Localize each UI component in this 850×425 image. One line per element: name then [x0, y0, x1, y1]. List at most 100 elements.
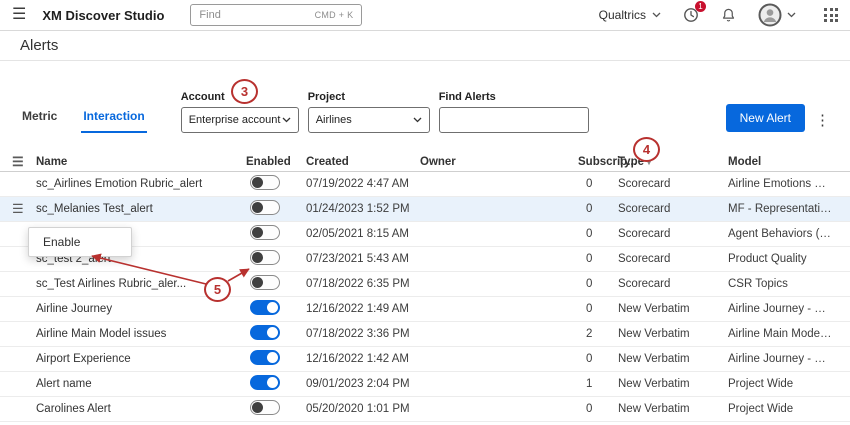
chevron-down-icon [652, 12, 661, 18]
notifications-button[interactable] [721, 7, 736, 23]
find-alerts-input[interactable] [439, 107, 589, 133]
table-row[interactable]: ☰ Airline Journey 12/16/2022 1:49 AM 0 N… [0, 297, 850, 322]
cell-created: 07/19/2022 4:47 AM [306, 178, 420, 190]
col-header-owner[interactable]: Owner [420, 156, 578, 168]
project-field: Project Airlines [308, 91, 430, 133]
toggle-knob [267, 302, 278, 313]
cell-enabled [246, 400, 306, 418]
search-shortcut-hint: CMD + K [315, 10, 354, 20]
cell-created: 01/24/2023 1:52 PM [306, 203, 420, 215]
enabled-toggle[interactable] [250, 300, 280, 315]
toggle-knob [252, 402, 263, 413]
cell-type: New Verbatim [618, 303, 728, 315]
cell-subscribers: 0 [578, 203, 618, 215]
cell-subscribers: 0 [578, 353, 618, 365]
cell-name: Airport Experience [36, 353, 246, 365]
alerts-page: ☰ XM Discover Studio Find CMD + K Qualtr… [0, 0, 850, 425]
enabled-toggle[interactable] [250, 350, 280, 365]
cell-subscribers: 0 [578, 253, 618, 265]
cell-type: Scorecard [618, 178, 728, 190]
new-alert-button[interactable]: New Alert [726, 104, 805, 132]
cell-enabled [246, 250, 306, 268]
hamburger-menu-icon[interactable]: ☰ [12, 7, 26, 23]
table-row[interactable]: ☰ Carolines Alert 05/20/2020 1:01 PM 0 N… [0, 397, 850, 422]
tab-interaction[interactable]: Interaction [81, 109, 146, 133]
enabled-toggle[interactable] [250, 200, 280, 215]
row-context-menu: Enable [28, 227, 132, 257]
enabled-toggle[interactable] [250, 175, 280, 190]
account-selected-value: Enterprise account [189, 114, 281, 126]
cell-model: Airline Main Model - ne... [728, 328, 838, 340]
enabled-toggle[interactable] [250, 225, 280, 240]
cell-name: sc_Melanies Test_alert [36, 203, 246, 215]
cell-model: Airline Emotions Rubric [728, 178, 838, 190]
cell-created: 12/16/2022 1:42 AM [306, 353, 420, 365]
col-header-name[interactable]: Name [36, 156, 246, 168]
table-row[interactable]: ☰ sc_Airlines Emotion Rubric_alert 07/19… [0, 172, 850, 197]
notification-badge: 1 [695, 1, 706, 12]
cell-type: New Verbatim [618, 353, 728, 365]
col-header-model[interactable]: Model [728, 156, 838, 168]
table-header: ☰ Name Enabled Created Owner Subscrip...… [0, 153, 850, 172]
col-header-type[interactable]: Type▾ [618, 156, 728, 168]
filter-bar: Metric Interaction Account Enterprise ac… [0, 61, 850, 133]
cell-subscribers: 0 [578, 228, 618, 240]
qualtrics-menu-label: Qualtrics [599, 8, 646, 22]
col-header-enabled[interactable]: Enabled [246, 156, 306, 168]
toggle-knob [252, 277, 263, 288]
cell-model: Airline Journey - English [728, 303, 838, 315]
cell-subscribers: 2 [578, 328, 618, 340]
cell-subscribers: 0 [578, 303, 618, 315]
col-header-subscribers[interactable]: Subscrip... [578, 156, 618, 168]
cell-type: Scorecard [618, 203, 728, 215]
alerts-table: ☰ Name Enabled Created Owner Subscrip...… [0, 153, 850, 422]
enabled-toggle[interactable] [250, 375, 280, 390]
title-bar: Alerts [0, 31, 850, 61]
cell-name: sc_Airlines Emotion Rubric_alert [36, 178, 246, 190]
cell-subscribers: 0 [578, 178, 618, 190]
account-select[interactable]: Enterprise account [181, 107, 299, 133]
table-settings-icon[interactable]: ☰ [12, 154, 36, 170]
cell-created: 05/20/2020 1:01 PM [306, 403, 420, 415]
cell-type: New Verbatim [618, 378, 728, 390]
enabled-toggle[interactable] [250, 325, 280, 340]
account-menu[interactable] [758, 3, 796, 27]
toggle-knob [267, 327, 278, 338]
table-row[interactable]: ☰ sc_Test Airlines Rubric_aler... 07/18/… [0, 272, 850, 297]
history-button[interactable]: 1 [683, 7, 699, 23]
qualtrics-menu[interactable]: Qualtrics [599, 8, 661, 22]
project-select[interactable]: Airlines [308, 107, 430, 133]
app-grid-icon[interactable] [824, 8, 838, 22]
cell-type: Scorecard [618, 253, 728, 265]
global-search-input[interactable]: Find CMD + K [190, 4, 362, 26]
cell-subscribers: 0 [578, 403, 618, 415]
table-row[interactable]: ☰ Alert name 09/01/2023 2:04 PM 1 New Ve… [0, 372, 850, 397]
toggle-knob [252, 227, 263, 238]
cell-subscribers: 0 [578, 278, 618, 290]
cell-enabled [246, 225, 306, 243]
col-header-created[interactable]: Created [306, 156, 420, 168]
table-row[interactable]: ☰ Airline Main Model issues 07/18/2022 3… [0, 322, 850, 347]
cell-type: Scorecard [618, 278, 728, 290]
context-menu-item-enable[interactable]: Enable [29, 228, 131, 256]
chevron-down-icon [413, 117, 422, 123]
cell-name: Carolines Alert [36, 403, 246, 415]
toggle-knob [252, 252, 263, 263]
enabled-toggle[interactable] [250, 400, 280, 415]
cell-created: 07/18/2022 3:36 PM [306, 328, 420, 340]
cell-name: Airline Main Model issues [36, 328, 246, 340]
row-drag-icon[interactable]: ☰ [12, 201, 36, 217]
table-row[interactable]: ☰ sc_Melanies Test_alert 01/24/2023 1:52… [0, 197, 850, 222]
annotation-circle-5: 5 [204, 277, 231, 302]
cell-enabled [246, 175, 306, 193]
cell-type: Scorecard [618, 228, 728, 240]
cell-type: New Verbatim [618, 328, 728, 340]
table-row[interactable]: ☰ Airport Experience 12/16/2022 1:42 AM … [0, 347, 850, 372]
more-options-icon[interactable]: ⋮ [805, 111, 836, 133]
tab-metric[interactable]: Metric [20, 109, 59, 133]
cell-created: 09/01/2023 2:04 PM [306, 378, 420, 390]
cell-model: MF - Representative Be... [728, 203, 838, 215]
enabled-toggle[interactable] [250, 275, 280, 290]
top-bar: ☰ XM Discover Studio Find CMD + K Qualtr… [0, 0, 850, 31]
enabled-toggle[interactable] [250, 250, 280, 265]
